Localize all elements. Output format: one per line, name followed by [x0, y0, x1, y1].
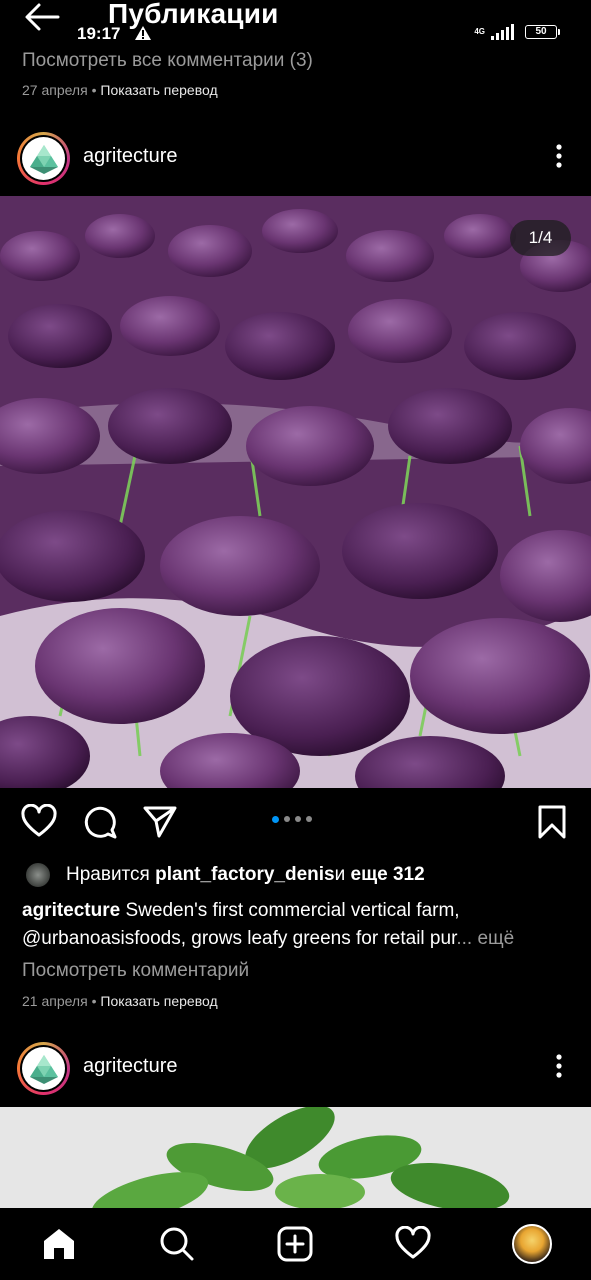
post-meta: 21 апреля • Показать перевод	[22, 993, 218, 1009]
warning-icon	[135, 26, 151, 40]
purple-greens-photo	[0, 196, 591, 788]
post-date: 27 апреля	[22, 82, 88, 98]
status-indicators: 4G 50	[474, 24, 560, 40]
likes-middle: и	[334, 864, 346, 885]
top-header: Публикации 19:17 4G 50	[0, 0, 591, 48]
search-icon[interactable]	[159, 1226, 195, 1262]
battery-indicator: 50	[525, 25, 560, 39]
agritecture-logo-icon	[29, 144, 58, 174]
post-actions	[0, 800, 591, 846]
more-options-icon[interactable]	[555, 142, 563, 170]
image-counter-badge: 1/4	[510, 220, 571, 256]
like-heart-icon[interactable]	[21, 804, 57, 840]
post-username[interactable]: agritecture	[83, 145, 178, 168]
profile-avatar[interactable]	[512, 1224, 552, 1264]
comment-icon[interactable]	[82, 804, 118, 840]
carousel-dot	[295, 816, 301, 822]
post-date: 21 апреля	[22, 993, 88, 1009]
meta-separator: •	[87, 82, 101, 98]
likes-count[interactable]: еще 312	[351, 864, 425, 886]
show-translation-link[interactable]: Показать перевод	[100, 82, 217, 98]
agritecture-logo-icon	[29, 1054, 58, 1084]
post-meta: 27 апреля • Показать перевод	[22, 82, 218, 98]
arrow-left-icon[interactable]	[22, 2, 62, 32]
view-comments-link[interactable]: Посмотреть комментарий	[22, 960, 249, 982]
avatar[interactable]	[17, 132, 70, 185]
caption-more-link[interactable]: ещё	[477, 928, 514, 949]
basil-plant-photo	[0, 1107, 591, 1208]
post-header: agritecture	[0, 128, 591, 188]
network-type: 4G	[474, 27, 485, 36]
liker-avatar	[24, 861, 52, 889]
more-options-icon[interactable]	[555, 1052, 563, 1080]
avatar[interactable]	[17, 1042, 70, 1095]
carousel-dots	[272, 815, 312, 823]
post-username[interactable]: agritecture	[83, 1055, 178, 1078]
caption-ellipsis: ...	[456, 928, 478, 949]
home-icon[interactable]	[41, 1226, 77, 1262]
activity-heart-icon[interactable]	[395, 1226, 431, 1262]
view-all-comments-link[interactable]: Посмотреть все комментарии (3)	[22, 50, 313, 72]
liker-username[interactable]: plant_factory_denis	[155, 864, 335, 886]
likes-prefix: Нравится	[66, 864, 150, 885]
bookmark-save-icon[interactable]	[534, 804, 570, 840]
create-post-icon[interactable]	[277, 1226, 313, 1262]
likes-line[interactable]: Нравится plant_factory_denis и еще 312	[24, 861, 425, 889]
carousel-dot	[284, 816, 290, 822]
carousel-dot-active	[272, 815, 279, 823]
share-send-icon[interactable]	[142, 804, 178, 840]
show-translation-link[interactable]: Показать перевод	[100, 993, 217, 1009]
status-time: 19:17	[77, 24, 121, 43]
next-post-image[interactable]	[0, 1107, 591, 1208]
post-image[interactable]: 1/4	[0, 196, 591, 788]
signal-icon	[491, 24, 514, 40]
post-caption: agritecture Sweden's first commercial ve…	[22, 897, 572, 953]
next-post-header: agritecture	[0, 1038, 591, 1098]
caption-username[interactable]: agritecture	[22, 900, 120, 921]
meta-separator: •	[87, 993, 101, 1009]
bottom-nav	[0, 1208, 591, 1280]
carousel-dot	[306, 816, 312, 822]
